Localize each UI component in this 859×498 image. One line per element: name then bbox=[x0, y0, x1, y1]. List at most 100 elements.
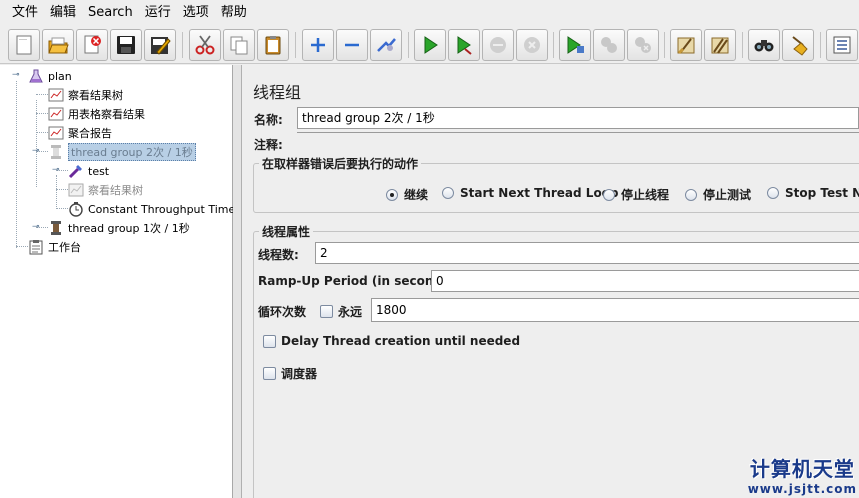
reset-search-button[interactable] bbox=[782, 29, 814, 61]
tree-node-thread-group-2[interactable]: thread group 1次 / 1秒 bbox=[48, 219, 190, 237]
delay-thread-creation-label: Delay Thread creation until needed bbox=[281, 334, 521, 348]
name-field[interactable]: thread group 2次 / 1秒 bbox=[297, 107, 859, 129]
tree-node-aggregate-report[interactable]: 聚合报告 bbox=[48, 124, 112, 142]
toggle-icon bbox=[377, 38, 396, 52]
stop-button[interactable] bbox=[482, 29, 514, 61]
toggle-button[interactable] bbox=[370, 29, 402, 61]
spool-icon bbox=[48, 144, 64, 160]
function-helper-icon bbox=[833, 36, 851, 54]
remote-stop-all-button[interactable] bbox=[593, 29, 625, 61]
menu-run[interactable]: 运行 bbox=[139, 0, 177, 26]
shutdown-button[interactable] bbox=[516, 29, 548, 61]
tree-label-test: test bbox=[88, 164, 110, 178]
tree-node-table-results[interactable]: 用表格察看结果 bbox=[48, 105, 145, 123]
menu-help[interactable]: 帮助 bbox=[215, 0, 253, 26]
remote-shutdown-icon bbox=[635, 37, 651, 53]
comment-label: 注释: bbox=[254, 138, 283, 152]
tree-label-table-results: 用表格察看结果 bbox=[68, 108, 145, 121]
clear-button[interactable] bbox=[670, 29, 702, 61]
timer-icon bbox=[68, 201, 84, 217]
tree-node-plan[interactable]: plan bbox=[28, 67, 72, 85]
radio-start-next-loop-dot bbox=[442, 187, 454, 199]
panel-splitter[interactable] bbox=[233, 65, 242, 498]
menu-search[interactable]: Search bbox=[82, 0, 139, 26]
start-no-pause-icon bbox=[457, 36, 472, 55]
search-icon bbox=[754, 40, 774, 52]
radio-stop-thread-dot bbox=[603, 188, 615, 201]
comment-field[interactable] bbox=[297, 132, 859, 154]
new-button[interactable] bbox=[8, 29, 40, 61]
radio-stop-test-now[interactable]: Stop Test Now bbox=[767, 186, 859, 200]
expand-handle-test[interactable]: ⊸ bbox=[52, 166, 61, 175]
open-icon bbox=[48, 37, 69, 54]
tree-node-thread-group-selected[interactable]: thread group 2次 / 1秒 bbox=[48, 143, 196, 161]
scheduler-checkbox-box bbox=[263, 367, 276, 380]
rampup-field[interactable]: 0 bbox=[431, 270, 859, 292]
save-as-button[interactable] bbox=[144, 29, 176, 61]
thread-count-label: 线程数: bbox=[258, 248, 299, 262]
watermark: 计算机天堂 www.jsjtt.com bbox=[748, 453, 857, 496]
save-as-icon bbox=[151, 37, 171, 55]
shutdown-icon bbox=[524, 37, 540, 53]
save-button[interactable] bbox=[110, 29, 142, 61]
expand-icon bbox=[311, 38, 325, 52]
test-plan-tree: ⊸ plan 察看结果树 用表格察看结果 聚合报告 ⊸ thread group… bbox=[0, 65, 240, 498]
menu-file[interactable]: 文件 bbox=[6, 0, 44, 26]
remote-start-all-button[interactable] bbox=[559, 29, 591, 61]
remote-shutdown-all-button[interactable] bbox=[627, 29, 659, 61]
scheduler-checkbox[interactable]: 调度器 bbox=[263, 365, 317, 382]
watermark-line2: www.jsjtt.com bbox=[747, 482, 857, 496]
new-icon bbox=[16, 35, 32, 55]
scheduler-checkbox-label: 调度器 bbox=[281, 367, 318, 381]
tree-node-test-sampler[interactable]: test bbox=[68, 162, 109, 180]
open-button[interactable] bbox=[42, 29, 74, 61]
expand-handle-thread-group[interactable]: ⊸ bbox=[32, 147, 41, 156]
expand-handle-thread-group-2[interactable]: ⊸ bbox=[32, 223, 41, 232]
delay-thread-creation-checkbox[interactable]: Delay Thread creation until needed bbox=[263, 334, 520, 348]
spool-icon bbox=[48, 220, 64, 236]
tree-label-disabled-results-tree: 察看结果树 bbox=[88, 184, 143, 197]
forever-checkbox-label: 永远 bbox=[338, 305, 363, 319]
clipboard-icon bbox=[28, 239, 44, 255]
cut-button[interactable] bbox=[189, 29, 221, 61]
expand-handle-plan[interactable]: ⊸ bbox=[12, 71, 21, 80]
tree-node-constant-throughput-timer[interactable]: Constant Throughput Timer bbox=[68, 200, 240, 218]
tree-node-results-tree[interactable]: 察看结果树 bbox=[48, 86, 123, 104]
page-title: 线程组 bbox=[253, 83, 302, 102]
tree-node-workbench[interactable]: 工作台 bbox=[28, 238, 81, 256]
copy-icon bbox=[230, 36, 248, 55]
toolbar bbox=[0, 26, 859, 64]
tree-label-plan: plan bbox=[48, 69, 72, 83]
collapse-all-button[interactable] bbox=[336, 29, 368, 61]
rampup-label: Ramp-Up Period (in seconds): bbox=[258, 274, 460, 288]
radio-stop-test-label: 停止测试 bbox=[703, 188, 752, 202]
expand-all-button[interactable] bbox=[302, 29, 334, 61]
forever-checkbox[interactable]: 永远 bbox=[320, 303, 362, 320]
function-helper-button[interactable] bbox=[826, 29, 858, 61]
radio-stop-thread[interactable]: 停止线程 bbox=[603, 186, 669, 203]
radio-continue[interactable]: 继续 bbox=[386, 186, 428, 203]
clear-all-button[interactable] bbox=[704, 29, 736, 61]
copy-button[interactable] bbox=[223, 29, 255, 61]
menu-edit[interactable]: 编辑 bbox=[44, 0, 82, 26]
close-button[interactable] bbox=[76, 29, 108, 61]
radio-continue-dot bbox=[386, 188, 398, 201]
thread-count-field[interactable]: 2 bbox=[315, 242, 859, 264]
tree-node-disabled-results-tree[interactable]: 察看结果树 bbox=[68, 181, 143, 199]
paste-button[interactable] bbox=[257, 29, 289, 61]
radio-stop-test-dot bbox=[685, 188, 697, 201]
radio-stop-test[interactable]: 停止测试 bbox=[685, 186, 751, 203]
cut-icon bbox=[195, 35, 215, 55]
loop-count-field[interactable]: 1800 bbox=[371, 298, 859, 322]
thread-group-panel: 线程组 名称: thread group 2次 / 1秒 注释: 在取样器错误后… bbox=[243, 65, 859, 498]
save-icon bbox=[117, 36, 135, 54]
start-no-pause-button[interactable] bbox=[448, 29, 480, 61]
start-button[interactable] bbox=[414, 29, 446, 61]
search-button[interactable] bbox=[748, 29, 780, 61]
menu-options[interactable]: 选项 bbox=[177, 0, 215, 26]
clear-icon bbox=[677, 37, 695, 55]
radio-start-next-loop[interactable]: Start Next Thread Loop bbox=[442, 186, 619, 200]
pipette-icon bbox=[68, 163, 84, 179]
tree-label-results-tree: 察看结果树 bbox=[68, 89, 123, 102]
watermark-line1: 计算机天堂 bbox=[749, 457, 855, 481]
